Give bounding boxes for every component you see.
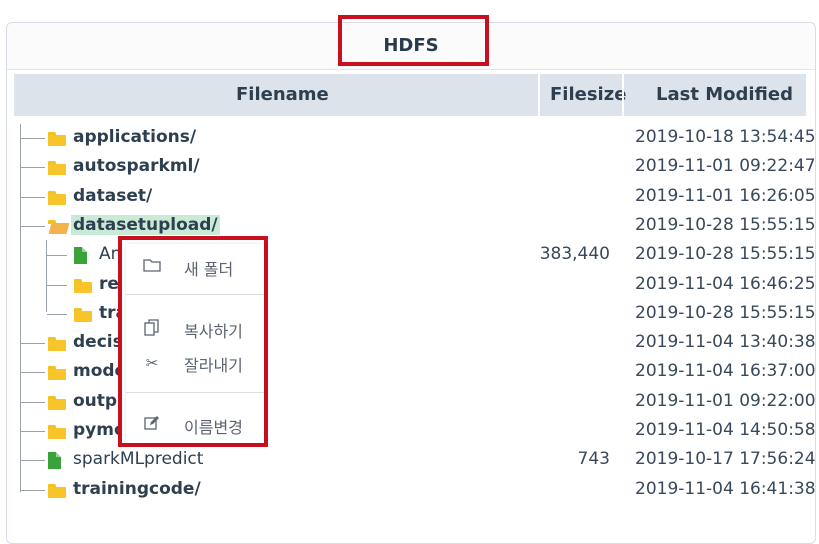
tree-connector [21,225,45,227]
file-icon [74,247,87,265]
folder-icon [48,366,66,381]
folder-icon [74,307,92,322]
folder-icon [48,337,66,352]
menu-item-rename[interactable]: 이름변경 [126,410,264,440]
context-menu: 새 폴더 복사하기 ✂ 잘라내기 이름변경 [126,244,264,443]
menu-item-label: 새 폴더 [184,260,234,279]
item-modified: 2019-10-28 15:55:15 [635,244,816,265]
edit-icon [142,415,162,435]
folder-row[interactable]: trainingcode/2019-11-04 16:41:38 [0,476,819,505]
item-name[interactable]: decis [73,332,123,352]
folder-icon [48,425,66,439]
filename-header[interactable]: Filename [236,74,329,116]
menu-item-label: 복사하기 [184,322,243,341]
item-modified: 2019-10-17 17:56:24 [635,449,816,470]
menu-divider [126,392,264,393]
column-divider[interactable] [622,74,624,116]
file-row[interactable]: sparkMLpredict 743 2019-10-17 17:56:24 [0,446,819,475]
item-modified: 2019-10-18 13:54:45 [635,127,816,147]
menu-item-label: 잘라내기 [184,356,243,375]
item-modified: 2019-10-28 15:55:15 [635,214,816,235]
copy-icon [142,319,162,339]
item-modified: 2019-11-01 09:22:00 [635,390,816,411]
item-modified: 2019-11-04 16:46:25 [635,273,816,294]
folder-row[interactable]: applications/2019-10-18 13:54:45 [0,124,819,153]
folder-icon [48,161,66,176]
scissors-icon: ✂ [145,354,159,372]
item-name[interactable]: trainingcode/ [73,479,201,499]
item-modified: 2019-11-01 09:22:47 [635,156,816,177]
item-size: 743 [577,449,610,470]
item-name[interactable]: autosparkml/ [73,156,200,176]
folder-icon [48,395,66,410]
folder-row[interactable]: autosparkml/2019-11-01 09:22:47 [0,153,819,182]
tree-connector [21,138,45,139]
tree-connector [21,460,45,462]
item-modified: 2019-11-04 13:40:38 [635,332,816,353]
item-name[interactable]: dataset/ [73,186,152,206]
item-modified: 2019-11-04 16:37:00 [635,361,816,382]
folder-icon [48,190,66,205]
tree-connector [21,167,45,169]
folder-outline-icon [142,257,162,277]
item-name[interactable]: applications/ [73,127,196,147]
title-highlight-box [338,15,489,66]
table-header: Filename Filesize Last Modified [14,74,806,116]
menu-item-copy[interactable]: 복사하기 [126,314,264,344]
last-modified-header[interactable]: Last Modified [656,74,793,116]
tree-connector [21,431,45,432]
tree-connector [21,196,45,198]
tree-connector [47,255,67,257]
tree-connector [21,372,45,374]
item-modified: 2019-10-28 15:55:15 [635,302,816,323]
tree-connector [47,313,67,315]
item-modified: 2019-11-01 16:26:05 [635,185,816,206]
item-name[interactable]: re [99,274,119,294]
folder-icon [48,483,66,498]
tree-connector [21,489,45,491]
context-menu-highlight-box: 새 폴더 복사하기 ✂ 잘라내기 이름변경 [118,236,268,447]
menu-item-new-folder[interactable]: 새 폴더 [126,252,264,282]
item-name[interactable]: datasetupload/ [71,214,220,235]
file-icon [48,452,61,470]
folder-icon [74,278,92,293]
menu-item-cut[interactable]: ✂ 잘라내기 [126,348,264,378]
folder-open-icon [48,219,70,234]
tree-connector [21,401,45,403]
column-divider[interactable] [538,74,540,116]
folder-row[interactable]: dataset/2019-11-01 16:26:05 [0,183,819,212]
item-name[interactable]: sparkMLpredict [73,449,203,469]
menu-divider [126,294,264,295]
item-modified: 2019-11-04 14:50:58 [635,420,816,440]
item-size: 383,440 [539,244,610,265]
tree-connector [47,284,67,286]
tree-connector [21,343,45,345]
item-modified: 2019-11-04 16:41:38 [635,478,816,499]
folder-icon [48,132,66,146]
menu-item-label: 이름변경 [184,418,243,437]
filesize-header[interactable]: Filesize [550,74,626,116]
